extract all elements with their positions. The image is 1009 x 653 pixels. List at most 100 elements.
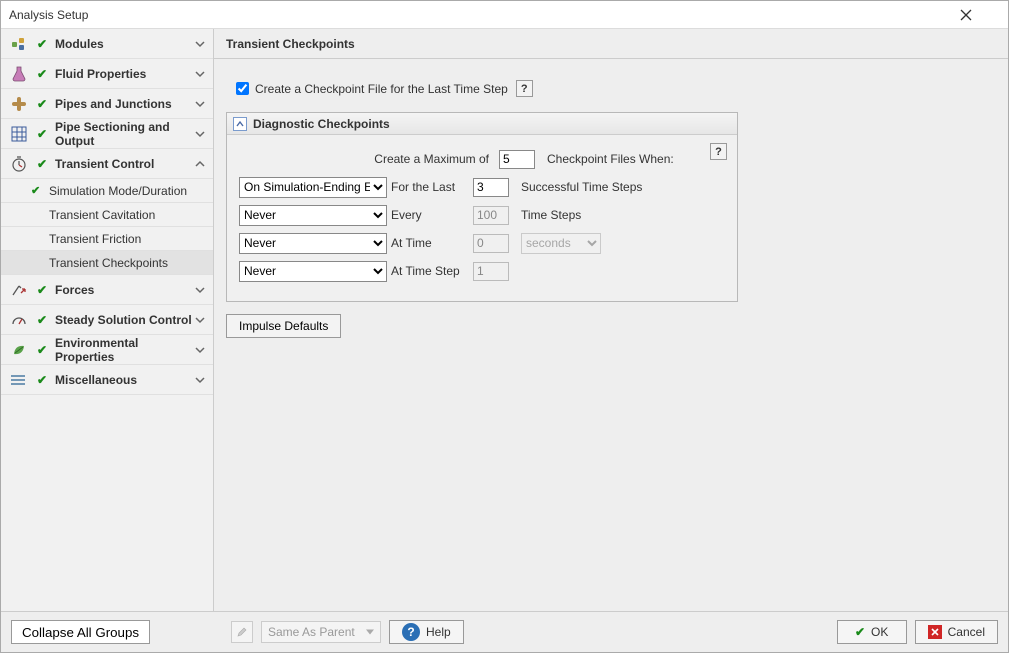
sidebar-item-label: Simulation Mode/Duration <box>49 184 187 198</box>
sidebar-item-transient-friction[interactable]: Transient Friction <box>1 227 213 251</box>
sidebar-item-simulation-mode[interactable]: ✔ Simulation Mode/Duration <box>1 179 213 203</box>
check-icon: ✔ <box>35 313 49 327</box>
list-icon <box>9 370 29 390</box>
sidebar-group-pipe-sectioning[interactable]: ✔ Pipe Sectioning and Output <box>1 119 213 149</box>
max-checkpoints-suffix: Checkpoint Files When: <box>543 152 725 166</box>
help-button[interactable]: ? <box>710 143 727 160</box>
panel-title: Diagnostic Checkpoints <box>253 117 390 131</box>
condition-label-2: Every <box>391 208 473 222</box>
flask-icon <box>9 64 29 84</box>
sidebar-group-modules[interactable]: ✔ Modules <box>1 29 213 59</box>
same-as-parent-label: Same As Parent <box>268 625 355 639</box>
chevron-down-icon <box>193 97 207 111</box>
time-unit-select: seconds <box>521 233 601 254</box>
grid-icon <box>9 124 29 144</box>
chevron-down-icon <box>193 313 207 327</box>
check-icon: ✔ <box>855 625 865 639</box>
modules-icon <box>9 34 29 54</box>
condition-value-4 <box>473 262 509 281</box>
condition-label-1: For the Last <box>391 180 473 194</box>
sidebar-label: Environmental Properties <box>55 336 193 364</box>
main-body: Create a Checkpoint File for the Last Ti… <box>214 59 1008 611</box>
dialog-body: ✔ Modules ✔ Fluid Properties ✔ Pipes and <box>1 29 1008 612</box>
condition-suffix-1: Successful Time Steps <box>517 180 725 194</box>
panel-header: Diagnostic Checkpoints <box>227 113 737 135</box>
condition-value-2 <box>473 206 509 225</box>
main-panel: Transient Checkpoints Create a Checkpoin… <box>214 29 1008 611</box>
condition-value-1[interactable] <box>473 178 509 197</box>
sidebar-group-steady-solution[interactable]: ✔ Steady Solution Control <box>1 305 213 335</box>
ok-label: OK <box>871 625 888 639</box>
condition-row-1: On Simulation-Ending Error For the Last … <box>239 173 725 201</box>
chevron-up-icon <box>236 120 244 128</box>
check-icon: ✔ <box>35 157 49 171</box>
same-as-parent-dropdown: Same As Parent <box>261 621 381 643</box>
cancel-button[interactable]: Cancel <box>915 620 998 644</box>
help-label: Help <box>426 625 451 639</box>
sidebar-group-environmental[interactable]: ✔ Environmental Properties <box>1 335 213 365</box>
collapse-toggle[interactable] <box>233 117 247 131</box>
sidebar-group-fluid-properties[interactable]: ✔ Fluid Properties <box>1 59 213 89</box>
pipes-icon <box>9 94 29 114</box>
sidebar-label: Pipes and Junctions <box>55 97 193 111</box>
page-title: Transient Checkpoints <box>214 29 1008 59</box>
sidebar-group-pipes-junctions[interactable]: ✔ Pipes and Junctions <box>1 89 213 119</box>
help-button[interactable]: ? Help <box>389 620 464 644</box>
check-icon: ✔ <box>35 97 49 111</box>
sidebar-label: Fluid Properties <box>55 67 193 81</box>
sidebar-group-forces[interactable]: ✔ Forces <box>1 275 213 305</box>
check-icon: ✔ <box>31 184 40 197</box>
max-checkpoints-label: Create a Maximum of <box>239 152 499 166</box>
condition-value-3 <box>473 234 509 253</box>
sidebar-label: Forces <box>55 283 193 297</box>
window-title: Analysis Setup <box>9 8 960 22</box>
last-step-checkpoint-checkbox[interactable] <box>236 82 249 95</box>
cancel-x-icon <box>928 625 942 639</box>
leaf-icon <box>9 340 29 360</box>
condition-suffix-2: Time Steps <box>517 208 725 222</box>
check-icon: ✔ <box>35 37 49 51</box>
close-button[interactable] <box>960 9 1000 21</box>
panel-body: ? Create a Maximum of Checkpoint Files W… <box>227 135 737 301</box>
sidebar-label: Modules <box>55 37 193 51</box>
last-step-checkpoint-label: Create a Checkpoint File for the Last Ti… <box>255 82 508 96</box>
pencil-icon <box>236 626 248 638</box>
sidebar-label: Pipe Sectioning and Output <box>55 120 193 148</box>
analysis-setup-window: Analysis Setup ✔ Modules ✔ <box>0 0 1009 653</box>
check-icon: ✔ <box>35 343 49 357</box>
chevron-down-icon <box>193 127 207 141</box>
sidebar-item-label: Transient Checkpoints <box>49 256 168 270</box>
condition-row-3: Never At Time seconds <box>239 229 725 257</box>
sidebar: ✔ Modules ✔ Fluid Properties ✔ Pipes and <box>1 29 214 611</box>
condition-label-3: At Time <box>391 236 473 250</box>
last-step-checkpoint-row: Create a Checkpoint File for the Last Ti… <box>232 79 996 98</box>
sidebar-item-transient-checkpoints[interactable]: Transient Checkpoints <box>1 251 213 275</box>
check-icon: ✔ <box>35 373 49 387</box>
edit-button <box>231 621 253 643</box>
condition-dropdown-4[interactable]: Never <box>239 261 387 282</box>
sidebar-label: Transient Control <box>55 157 193 171</box>
stopwatch-icon <box>9 154 29 174</box>
help-button[interactable]: ? <box>516 80 533 97</box>
sidebar-item-label: Transient Friction <box>49 232 141 246</box>
gauge-icon <box>9 310 29 330</box>
sidebar-label: Miscellaneous <box>55 373 193 387</box>
chevron-down-icon <box>193 343 207 357</box>
ok-button[interactable]: ✔ OK <box>837 620 907 644</box>
condition-dropdown-2[interactable]: Never <box>239 205 387 226</box>
max-checkpoints-input[interactable] <box>499 150 535 169</box>
diagnostic-checkpoints-panel: Diagnostic Checkpoints ? Create a Maximu… <box>226 112 738 302</box>
sidebar-item-transient-cavitation[interactable]: Transient Cavitation <box>1 203 213 227</box>
chevron-down-icon <box>193 373 207 387</box>
check-icon: ✔ <box>35 283 49 297</box>
condition-row-2: Never Every Time Steps <box>239 201 725 229</box>
sidebar-group-miscellaneous[interactable]: ✔ Miscellaneous <box>1 365 213 395</box>
forces-icon <box>9 280 29 300</box>
impulse-defaults-button[interactable]: Impulse Defaults <box>226 314 341 338</box>
condition-dropdown-3[interactable]: Never <box>239 233 387 254</box>
collapse-all-button[interactable]: Collapse All Groups <box>11 620 150 644</box>
titlebar: Analysis Setup <box>1 1 1008 29</box>
check-icon: ✔ <box>35 127 49 141</box>
sidebar-group-transient-control[interactable]: ✔ Transient Control <box>1 149 213 179</box>
condition-dropdown-1[interactable]: On Simulation-Ending Error <box>239 177 387 198</box>
